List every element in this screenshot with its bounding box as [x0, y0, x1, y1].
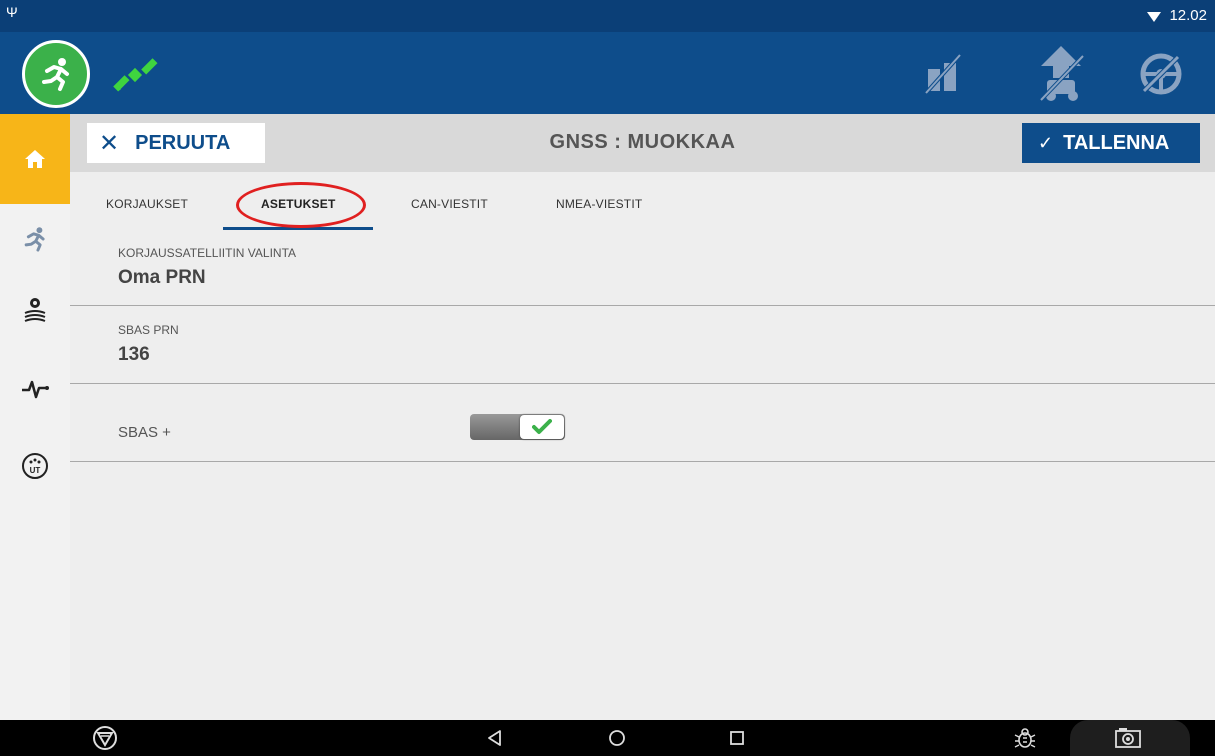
tab-korjaukset[interactable]: KORJAUKSET: [106, 197, 188, 211]
satellite-icon: [113, 58, 158, 92]
home-icon: [25, 150, 45, 168]
usb-icon: Ψ: [6, 4, 18, 20]
field-settings-icon: [24, 298, 46, 322]
toggle-knob: [520, 415, 564, 439]
system-nav-bar: [0, 720, 1215, 756]
check-icon: [532, 419, 552, 434]
sbas-plus-label: SBAS +: [118, 424, 171, 441]
tractor-logo-button[interactable]: [90, 724, 120, 752]
page-header: ✕ PERUUTA GNSS : MUOKKAA ✓ TALLENNA: [70, 114, 1215, 172]
bug-icon: [1014, 728, 1036, 748]
highlight-circle: [236, 182, 366, 228]
home-circle-icon: [609, 730, 625, 746]
logo-icon: [93, 726, 117, 750]
correction-satellite-value: Oma PRN: [118, 267, 206, 288]
camera-icon: [1115, 728, 1141, 748]
steering-wheel-disabled-icon[interactable]: [1128, 42, 1194, 106]
tractor-guidance-disabled-icon[interactable]: [1028, 42, 1094, 106]
sidebar-item-diagnostics[interactable]: [0, 359, 70, 419]
check-icon: ✓: [1038, 132, 1054, 153]
tab-can-viestit[interactable]: CAN-VIESTIT: [411, 197, 488, 211]
running-person-button[interactable]: [22, 40, 90, 108]
main-panel: ✕ PERUUTA GNSS : MUOKKAA ✓ TALLENNA KORJ…: [70, 114, 1215, 720]
tab-bar: KORJAUKSET ASETUKSET CAN-VIESTIT NMEA-VI…: [70, 172, 1215, 232]
sbas-plus-toggle[interactable]: [470, 414, 565, 440]
sidebar: UT: [0, 114, 70, 720]
implement-disabled-icon[interactable]: [910, 42, 976, 106]
sidebar-item-run[interactable]: [0, 209, 70, 269]
save-label: TALLENNA: [1063, 131, 1170, 154]
save-button[interactable]: ✓ TALLENNA: [1022, 123, 1200, 163]
correction-satellite-label: KORJAUSSATELLIITIN VALINTA: [118, 246, 297, 260]
recents-button[interactable]: [722, 724, 752, 752]
sbas-prn-label: SBAS PRN: [118, 323, 179, 337]
tab-nmea-viestit[interactable]: NMEA-VIESTIT: [556, 197, 642, 211]
sbas-prn-field[interactable]: SBAS PRN 136: [70, 306, 1215, 384]
recents-icon: [730, 731, 744, 745]
sidebar-item-ut[interactable]: UT: [0, 436, 70, 496]
sidebar-item-home[interactable]: [0, 114, 70, 204]
top-bar: [0, 32, 1215, 114]
svg-text:UT: UT: [30, 466, 41, 475]
wifi-icon: [1147, 11, 1162, 22]
sidebar-item-field-settings[interactable]: [0, 279, 70, 339]
screenshot-button[interactable]: [1108, 724, 1148, 752]
home-button[interactable]: [602, 724, 632, 752]
ut-terminal-icon: UT: [22, 453, 48, 479]
back-icon: [488, 730, 501, 746]
clock: 12.02: [1169, 7, 1207, 24]
bug-report-button[interactable]: [1010, 724, 1040, 752]
correction-satellite-field[interactable]: KORJAUSSATELLIITIN VALINTA Oma PRN: [70, 232, 1215, 306]
pulse-icon: [22, 380, 49, 399]
running-person-icon: [42, 58, 69, 91]
sbas-plus-row: SBAS +: [70, 384, 1215, 462]
running-person-icon: [24, 227, 45, 252]
sbas-prn-value: 136: [118, 344, 150, 365]
back-button[interactable]: [480, 724, 510, 752]
status-bar: Ψ 12.02: [0, 0, 1215, 32]
